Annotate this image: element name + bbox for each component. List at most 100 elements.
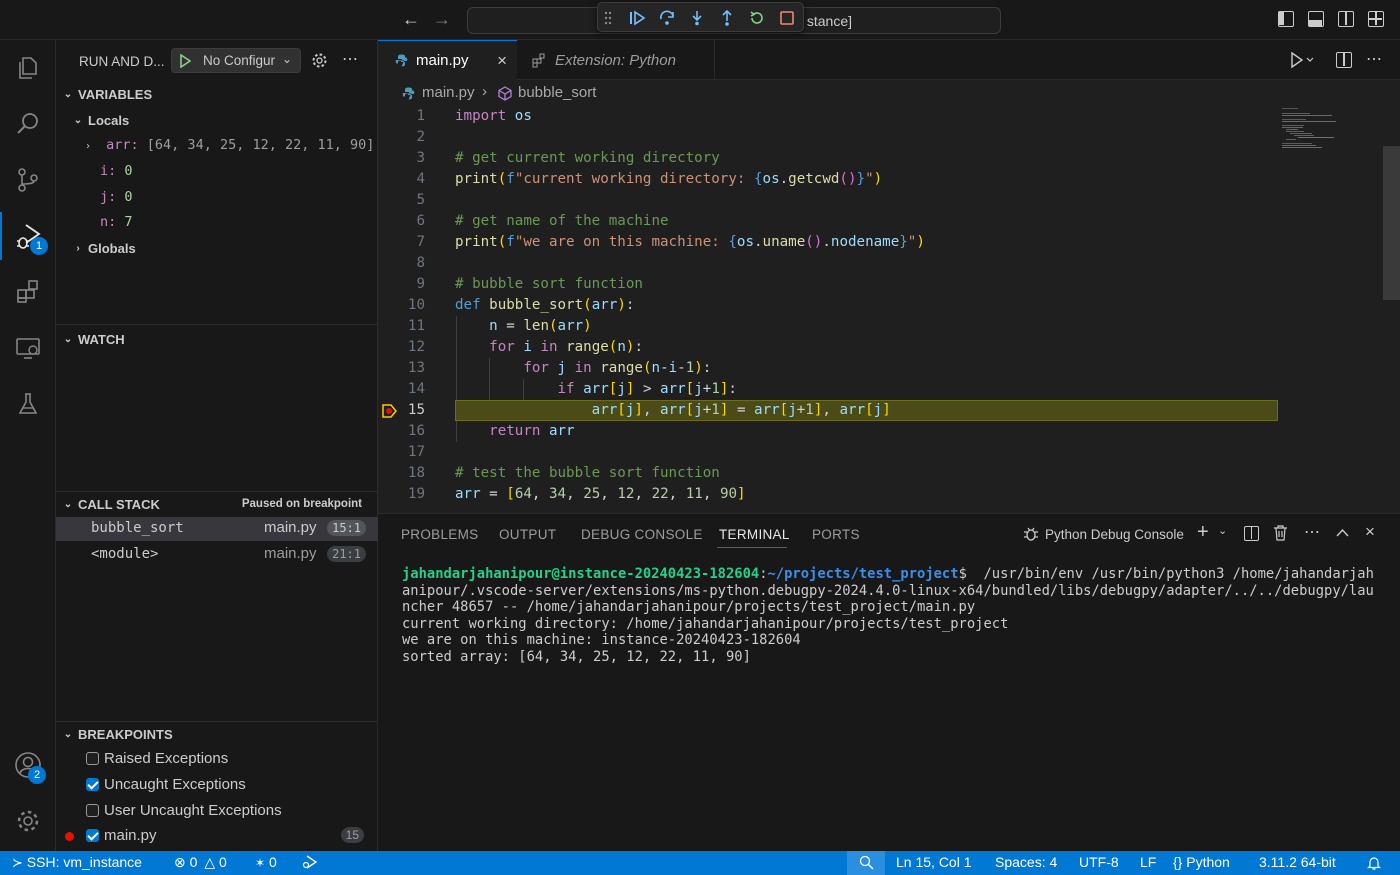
step-out-icon[interactable] <box>716 7 738 29</box>
chevron-down-icon[interactable]: ⌄ <box>1218 524 1227 537</box>
language-mode[interactable]: {} Python <box>1173 854 1230 870</box>
explorer-icon[interactable] <box>0 44 56 92</box>
remote-explorer-icon[interactable] <box>0 324 56 372</box>
close-icon[interactable]: × <box>497 51 507 71</box>
zoom-indicator[interactable] <box>847 851 885 875</box>
call-stack-section-header[interactable]: ⌄ CALL STACK <box>62 497 160 512</box>
globals-scope[interactable]: › Globals <box>72 241 135 256</box>
minimap[interactable] <box>1280 106 1400 513</box>
stop-icon[interactable] <box>776 7 798 29</box>
variables-section-header[interactable]: ⌄ VARIABLES <box>62 87 152 102</box>
breakpoint-dot-icon <box>65 832 74 841</box>
code-editor[interactable]: 1 import os 2 3 # get current working dire… <box>378 106 1400 513</box>
step-into-icon[interactable] <box>686 7 708 29</box>
step-over-icon[interactable] <box>656 7 678 29</box>
open-launch-json-gear-icon[interactable] <box>311 52 328 69</box>
terminal-output[interactable]: jahandarjahanipour@instance-20240423-182… <box>402 566 1382 666</box>
python-file-icon <box>395 54 408 67</box>
restart-icon[interactable] <box>746 7 768 29</box>
terminal-output-line: sorted array: [64, 34, 25, 12, 22, 11, 9… <box>402 648 751 665</box>
accounts-icon[interactable]: 2 <box>0 741 56 789</box>
breakpoint-checkbox[interactable] <box>86 752 99 765</box>
search-icon[interactable] <box>0 100 56 148</box>
editor-scrollbar[interactable] <box>1383 146 1400 300</box>
tab-extension-python[interactable]: Extension: Python <box>517 40 715 80</box>
breakpoint-raised-exceptions[interactable]: Raised Exceptions <box>56 747 378 771</box>
tab-ports[interactable]: PORTS <box>812 527 860 542</box>
tab-output[interactable]: OUTPUT <box>499 527 556 542</box>
debug-launch-icon[interactable] <box>302 854 318 873</box>
code-line: 12 for i in range(n): <box>378 337 1378 358</box>
extensions-icon[interactable] <box>0 268 56 316</box>
end-of-line[interactable]: LF <box>1140 854 1156 870</box>
code-line: 5 <box>378 190 1378 211</box>
warning-count: 0 <box>218 854 227 870</box>
breakpoint-line-badge: 15 <box>340 827 364 843</box>
stack-frame-name: bubble_sort <box>91 520 184 536</box>
line-number: 12 <box>407 339 425 355</box>
toggle-primary-sidebar-icon[interactable] <box>1278 11 1294 27</box>
run-python-file-icon[interactable] <box>1288 51 1314 74</box>
gear-icon[interactable] <box>0 797 56 845</box>
variable-row-arr[interactable]: › arr: [64, 34, 25, 12, 22, 11, 90] <box>82 137 374 153</box>
stack-frame-row[interactable]: bubble_sort main.py 15:1 <box>56 517 378 541</box>
watch-section-header[interactable]: ⌄ WATCH <box>62 332 125 347</box>
breakpoint-checkbox[interactable] <box>86 829 99 842</box>
trash-icon[interactable] <box>1273 525 1288 541</box>
more-actions-icon[interactable]: ⋯ <box>342 49 358 69</box>
customize-layout-icon[interactable] <box>1368 11 1384 27</box>
close-panel-icon[interactable]: × <box>1365 522 1375 542</box>
start-debugging-icon[interactable] <box>179 54 191 68</box>
continue-icon[interactable] <box>626 7 648 29</box>
arrow-right-icon[interactable]: → <box>433 9 451 30</box>
code-line: 1 import os <box>378 106 1378 127</box>
line-number: 16 <box>407 423 425 439</box>
source-control-icon[interactable] <box>0 156 56 204</box>
forwarded-ports-indicator[interactable]: ✶ 0 <box>255 854 277 870</box>
drag-handle-icon[interactable] <box>602 7 614 29</box>
indentation[interactable]: Spaces: 4 <box>995 854 1057 870</box>
problems-indicator[interactable]: ⊗ 0 △ 0 <box>174 854 227 871</box>
tab-main-py[interactable]: main.py × <box>378 40 517 80</box>
tab-debug-console[interactable]: DEBUG CONSOLE <box>581 527 703 542</box>
maximize-panel-chevron-up-icon[interactable] <box>1336 528 1349 537</box>
breakpoint-main-py[interactable]: main.py 15 <box>56 824 378 848</box>
breadcrumb-file[interactable]: main.py <box>422 84 475 101</box>
new-terminal-plus-icon[interactable]: + <box>1197 521 1209 544</box>
breakpoint-checkbox[interactable] <box>86 778 99 791</box>
arrow-left-icon[interactable]: ← <box>402 9 420 30</box>
toggle-secondary-sidebar-icon[interactable] <box>1338 11 1354 27</box>
breakpoint-user-uncaught-exceptions[interactable]: User Uncaught Exceptions <box>56 799 378 823</box>
cursor-position[interactable]: Ln 15, Col 1 <box>896 854 972 870</box>
variable-name: arr: <box>106 137 139 153</box>
bell-icon[interactable] <box>1367 855 1381 871</box>
breadcrumb-symbol[interactable]: bubble_sort <box>518 84 596 101</box>
tab-problems[interactable]: PROBLEMS <box>401 527 478 542</box>
split-terminal-icon[interactable] <box>1244 526 1259 541</box>
stack-frame-row[interactable]: <module> main.py 21:1 <box>56 543 378 567</box>
remote-indicator[interactable]: ≻ SSH: vm_instance <box>12 854 142 871</box>
run-and-debug-icon[interactable]: 1 <box>0 212 56 260</box>
line-number: 4 <box>416 171 425 187</box>
toggle-panel-icon[interactable] <box>1308 11 1324 27</box>
locals-scope[interactable]: ⌄ Locals <box>72 113 129 128</box>
sidebar-header: RUN AND D... No Configur ⌄ ⋯ <box>56 40 378 80</box>
variable-row-i[interactable]: i: 0 <box>100 163 133 179</box>
python-interpreter[interactable]: 3.11.2 64-bit <box>1259 854 1336 870</box>
more-actions-icon[interactable]: ⋯ <box>1304 522 1320 542</box>
tab-terminal[interactable]: TERMINAL <box>719 527 790 542</box>
variable-row-j[interactable]: j: 0 <box>100 189 133 205</box>
more-actions-icon[interactable]: ⋯ <box>1366 49 1382 69</box>
terminal-output-line: we are on this machine: instance-2024042… <box>402 632 801 649</box>
variable-row-n[interactable]: n: 7 <box>100 214 133 230</box>
breakpoints-title: BREAKPOINTS <box>78 727 173 742</box>
line-number: 19 <box>407 486 425 502</box>
split-editor-icon[interactable] <box>1336 52 1352 68</box>
encoding[interactable]: UTF-8 <box>1079 854 1119 870</box>
breakpoint-checkbox[interactable] <box>86 804 99 817</box>
terminal-selector[interactable]: Python Debug Console <box>1022 524 1184 544</box>
testing-icon[interactable] <box>0 380 56 428</box>
breakpoint-uncaught-exceptions[interactable]: Uncaught Exceptions <box>56 773 378 797</box>
debug-config-select[interactable]: No Configur ⌄ <box>171 48 301 73</box>
breakpoints-section-header[interactable]: ⌄ BREAKPOINTS <box>62 727 173 742</box>
